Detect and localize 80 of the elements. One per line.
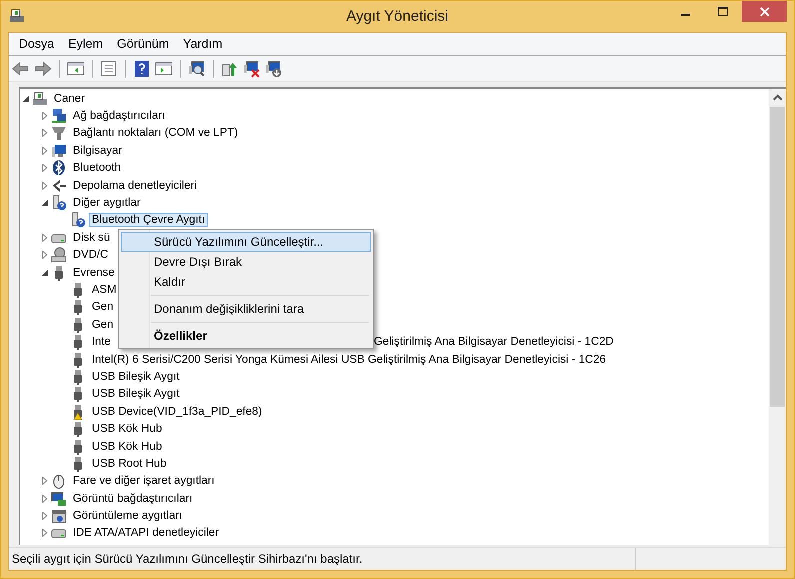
collapsed-arrow-icon[interactable] xyxy=(41,234,49,242)
tree-item[interactable]: Gen xyxy=(89,300,117,314)
tree-item[interactable]: Görüntü bağdaştırıcıları xyxy=(70,492,196,506)
monitor-icon xyxy=(51,142,67,159)
menu-item[interactable]: Yardım xyxy=(176,35,230,53)
network-adapter-icon xyxy=(51,108,67,124)
properties-icon[interactable] xyxy=(100,60,118,78)
menu-item[interactable]: Sürücü Yazılımını Güncelleştir... xyxy=(121,232,371,252)
bluetooth-icon xyxy=(51,160,67,176)
collapsed-arrow-icon[interactable] xyxy=(41,494,49,503)
tree-item[interactable]: Bluetooth Çevre Aygıtı xyxy=(89,213,208,228)
collapsed-arrow-icon[interactable] xyxy=(41,182,49,190)
scroll-up-icon[interactable] xyxy=(772,94,782,102)
expanded-arrow-icon[interactable] xyxy=(41,199,49,208)
tree-item-text: Geliştirilmiş Ana Bilgisayar Denetleyicisi - 1C2D xyxy=(374,336,614,348)
display-adapter-icon xyxy=(51,490,67,507)
collapsed-arrow-icon[interactable] xyxy=(41,251,49,260)
back-icon[interactable] xyxy=(12,60,30,78)
tree-item[interactable]: USB Kök Hub xyxy=(89,440,166,454)
unknown-device-icon xyxy=(70,212,86,228)
menu-item[interactable]: Eylem xyxy=(61,35,110,53)
tree-item[interactable]: Inte xyxy=(89,335,114,350)
action-pane-icon[interactable] xyxy=(155,60,173,78)
collapsed-arrow-icon[interactable] xyxy=(41,112,49,120)
disc-drive-icon xyxy=(51,247,67,264)
tree-item[interactable]: Ağ bağdaştırıcıları xyxy=(70,109,168,124)
tree-item[interactable]: Gen xyxy=(89,318,117,332)
collapsed-arrow-icon[interactable] xyxy=(41,146,49,155)
tree-item[interactable]: Depolama denetleyicileri xyxy=(70,178,200,193)
camera-icon xyxy=(51,508,67,524)
collapsed-arrow-icon[interactable] xyxy=(41,164,49,172)
port-connector-icon xyxy=(51,125,67,142)
tree-item[interactable]: Evrense xyxy=(70,266,118,280)
minimize-icon xyxy=(680,14,690,16)
tree-item[interactable]: ASM xyxy=(89,282,120,297)
scan-icon[interactable] xyxy=(188,60,206,78)
uninstall-icon[interactable] xyxy=(265,60,283,78)
scrollbar[interactable] xyxy=(769,89,786,545)
menu-item[interactable]: Kaldır xyxy=(121,272,371,292)
tree-item[interactable]: DVD/C xyxy=(70,248,112,262)
menu-item[interactable]: Dosya xyxy=(12,35,62,53)
disable-device-icon[interactable] xyxy=(243,60,261,78)
tree-item[interactable]: Fare ve diğer işaret aygıtları xyxy=(70,474,218,488)
expanded-arrow-icon[interactable] xyxy=(22,94,30,103)
tree-item[interactable]: Diğer aygıtlar xyxy=(70,196,144,210)
tree-item[interactable]: Disk sü xyxy=(70,230,114,245)
menu-item[interactable]: Devre Dışı Bırak xyxy=(121,252,371,272)
status-text: Seçili aygıt için Sürücü Yazılımını Güncelleştir Sihirbazı'nı başlatır. xyxy=(11,552,364,566)
tree-item[interactable]: USB Device(VID_1f3a_PID_efe8) xyxy=(89,404,266,419)
unknown-device-icon xyxy=(51,195,67,212)
menu-item[interactable]: Özellikler xyxy=(121,326,371,346)
computer-icon xyxy=(9,8,25,24)
tree-item[interactable]: Intel(R) 6 Serisi/C200 Serisi Yonga Kümesi Ailesi USB Geliştirilmiş Ana Bilgisayar Denetleyicisi - 1C26 xyxy=(89,352,610,367)
tree-item[interactable]: Caner xyxy=(51,92,88,106)
collapsed-arrow-icon[interactable] xyxy=(41,529,49,538)
close-icon xyxy=(760,6,770,16)
tree-item[interactable]: USB Bileşik Aygıt xyxy=(89,387,183,402)
tree-item[interactable]: Bluetooth xyxy=(70,161,124,176)
menu-item[interactable]: Görünüm xyxy=(110,35,176,53)
mouse-icon xyxy=(51,473,67,490)
console-tree-icon[interactable] xyxy=(67,60,85,78)
window-title: Aygıt Yöneticisi xyxy=(345,8,450,24)
maximize-icon xyxy=(718,6,728,16)
expanded-arrow-icon[interactable] xyxy=(41,268,49,277)
storage-icon xyxy=(51,178,67,194)
tree-item[interactable]: Bağlantı noktaları (COM ve LPT) xyxy=(70,126,242,140)
collapsed-arrow-icon[interactable] xyxy=(41,477,49,486)
close-button[interactable] xyxy=(742,1,787,22)
tree-item[interactable]: USB Bileşik Aygıt xyxy=(89,370,183,384)
tree-item[interactable]: Görüntüleme aygıtları xyxy=(70,509,186,524)
tree-item[interactable]: USB Root Hub xyxy=(89,456,170,471)
tree-item[interactable]: Bilgisayar xyxy=(70,144,126,158)
tree-item[interactable]: IDE ATA/ATAPI denetleyiciler xyxy=(70,526,222,540)
collapsed-arrow-icon[interactable] xyxy=(41,512,49,520)
help-icon[interactable] xyxy=(133,60,151,78)
collapsed-arrow-icon[interactable] xyxy=(41,129,49,138)
menu-item[interactable]: Donanım değişikliklerini tara xyxy=(121,299,371,319)
computer-icon xyxy=(32,90,48,107)
tree-item[interactable]: USB Kök Hub xyxy=(89,422,166,436)
forward-icon[interactable] xyxy=(34,60,52,78)
